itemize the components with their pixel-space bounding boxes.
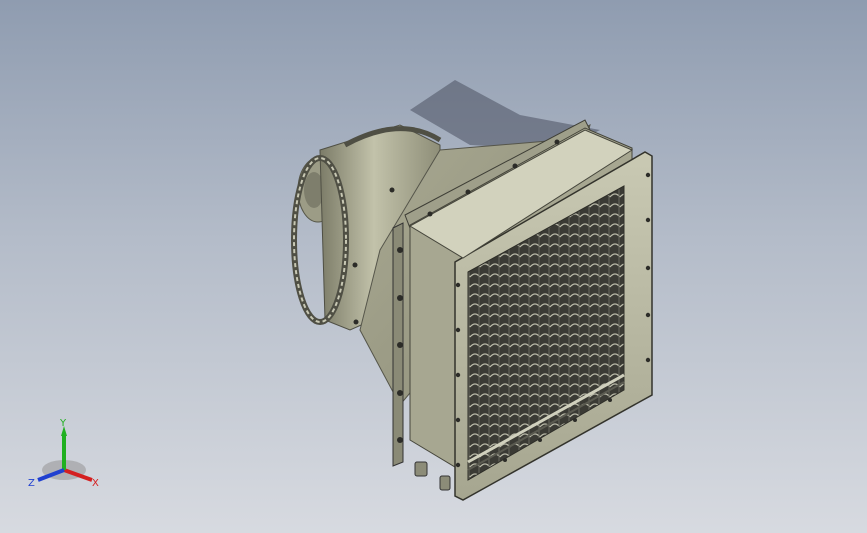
triad-z-label: Z [28, 478, 35, 489]
triad-x-label: X [92, 478, 99, 489]
orientation-triad: Y X Z [28, 418, 99, 489]
graphics-viewport[interactable]: Y X Z [0, 0, 867, 533]
heat-exchanger-fan-model[interactable] [0, 0, 867, 533]
triad-y-label: Y [59, 418, 67, 429]
pipe-connections [414, 461, 451, 491]
